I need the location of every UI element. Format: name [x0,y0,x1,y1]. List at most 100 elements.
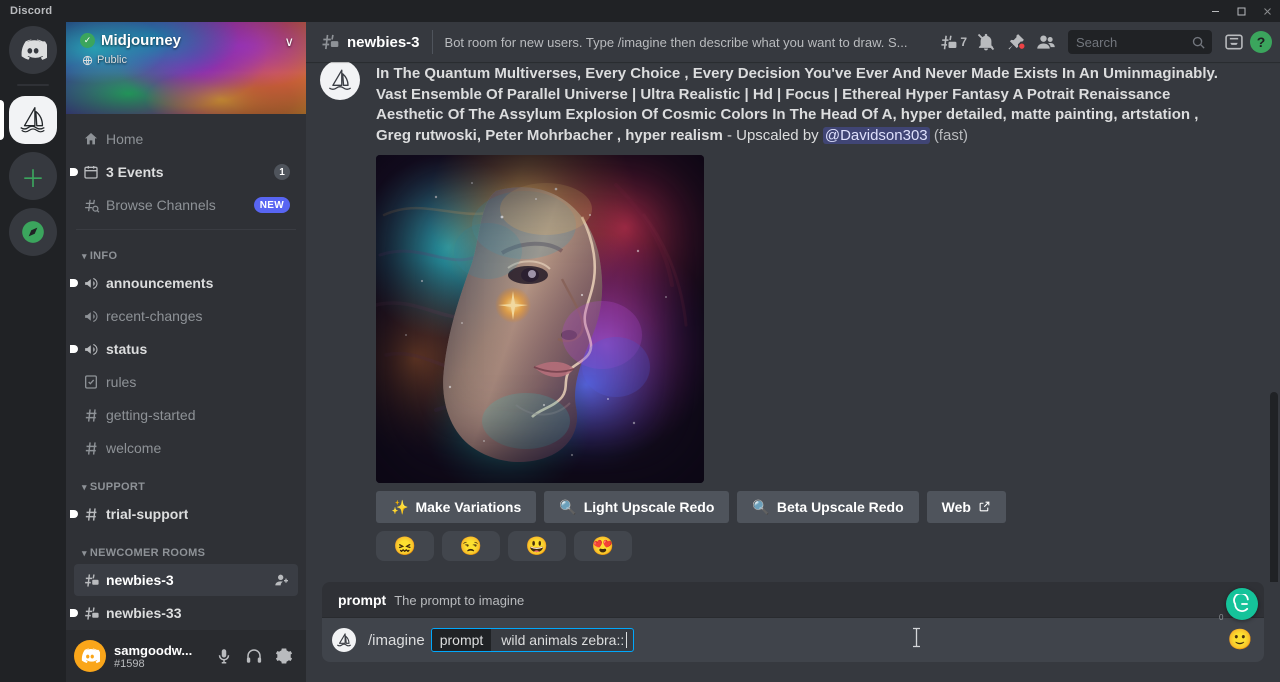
text-cursor-icon [911,627,922,654]
web-button[interactable]: Web [927,491,1006,523]
rail-active-pill [0,100,4,140]
search-icon [1191,35,1206,50]
button-label: Make Variations [415,499,521,515]
verified-badge-icon: ✓ [80,33,95,48]
rail-item-add-server[interactable]: ＋ [0,152,66,200]
sidebar-item-getting-started[interactable]: getting-started [74,399,298,431]
category-support[interactable]: ▾ SUPPORT [66,465,306,497]
thread-hash-icon [82,604,100,622]
message: In The Quantum Multiverses, Every Choice… [306,62,1280,561]
user-panel: samgoodw... #1598 [66,630,306,682]
composer-area: prompt The prompt to imagine /imagine pr… [306,582,1280,682]
message-scrollbar[interactable] [1270,392,1278,582]
chevron-down-icon[interactable]: ∨ [284,32,294,50]
sidebar-item-newbies-33[interactable]: newbies-33 [74,597,298,629]
category-newcomer-rooms[interactable]: ▾ NEWCOMER ROOMS [66,531,306,563]
emoji-picker-icon[interactable]: 🙂 [1228,628,1252,652]
pinned-messages-icon[interactable] [1002,28,1030,56]
grammarly-button[interactable]: 0 [1226,588,1258,620]
category-info[interactable]: ▾ INFO [66,234,306,266]
channel-label: rules [106,374,136,390]
minimize-icon[interactable] [1202,0,1228,22]
text-caret [626,632,627,648]
option-chip-value[interactable]: wild animals zebra:: [491,629,626,651]
help-icon[interactable]: ? [1250,31,1272,53]
category-label: INFO [90,250,117,262]
confounded-face-reaction[interactable]: 😖 [376,531,434,561]
upscaled-by-label: - Upscaled by [727,127,819,144]
channel-label: newbies-3 [106,572,174,588]
speed-label: (fast) [934,127,968,144]
rail-item-explore[interactable] [0,208,66,256]
sidebar-item-status[interactable]: status [74,333,298,365]
command-option-chip[interactable]: prompt wild animals zebra:: [431,628,635,652]
sidebar-item-welcome[interactable]: welcome [74,432,298,464]
home-icon [82,130,100,148]
header-divider [432,30,433,54]
add-member-icon[interactable] [274,572,290,588]
maximize-icon[interactable] [1228,0,1254,22]
sidebar-item-browse-channels[interactable]: Browse Channels NEW [74,189,298,221]
announcement-icon [82,307,100,325]
rail-item-midjourney[interactable] [0,96,66,144]
channel-label: trial-support [106,506,188,522]
channel-sidebar: ✓ Midjourney Public ∨ [66,22,306,682]
make-variations-button[interactable]: ✨ Make Variations [376,491,536,523]
light-upscale-redo-button[interactable]: 🔍 Light Upscale Redo [544,491,729,523]
grammarly-count: 0 [1219,613,1223,622]
threads-count: 7 [960,35,967,49]
reaction-row: 😖 😒 😃 😍 [376,531,1224,561]
slash-command-name: /imagine [368,632,425,649]
unamused-face-reaction[interactable]: 😒 [442,531,500,561]
heart-eyes-reaction[interactable]: 😍 [574,531,632,561]
scrollbar-thumb[interactable] [1270,392,1278,582]
close-icon[interactable] [1254,0,1280,22]
sidebar-item-newbies-3[interactable]: newbies-3 [74,564,298,596]
notifications-muted-icon[interactable] [972,28,1000,56]
gear-icon[interactable] [270,642,298,670]
sidebar-item-label: 3 Events [106,164,164,180]
app-title: Discord [10,5,52,17]
server-header[interactable]: ✓ Midjourney Public ∨ [66,22,306,114]
channel-topic[interactable]: Bot room for new users. Type /imagine th… [445,35,908,50]
user-info[interactable]: samgoodw... #1598 [114,643,202,670]
sidebar-item-recent-changes[interactable]: recent-changes [74,300,298,332]
sidebar-item-events[interactable]: 3 Events 1 [74,156,298,188]
channel-label: welcome [106,440,161,456]
inbox-icon[interactable] [1220,28,1248,56]
sidebar-item-home[interactable]: Home [74,123,298,155]
midjourney-bot-avatar[interactable] [320,62,360,100]
user-mention[interactable]: @Davidson303 [823,127,930,144]
external-link-icon [978,500,991,513]
threads-button[interactable]: 7 [936,28,970,56]
beta-upscale-redo-button[interactable]: 🔍 Beta Upscale Redo [737,491,918,523]
search-box[interactable] [1068,30,1212,54]
sidebar-item-rules[interactable]: rules [74,366,298,398]
hash-icon [82,439,100,457]
headphones-icon[interactable] [240,642,268,670]
message-input-bar[interactable]: /imagine prompt wild animals zebra:: 🙂 [322,618,1264,662]
message-content: In The Quantum Multiverses, Every Choice… [376,64,1224,147]
message-action-buttons: ✨ Make Variations 🔍 Light Upscale Redo 🔍… [376,491,1224,523]
grinning-face-reaction[interactable]: 😃 [508,531,566,561]
avatar[interactable] [74,640,106,672]
midjourney-bot-avatar [332,628,356,652]
channel-label: recent-changes [106,308,203,324]
cosmic-portrait-art [376,155,704,483]
member-list-icon[interactable] [1032,28,1060,56]
rail-item-discord-home[interactable] [0,26,66,74]
thread-hash-icon [320,32,340,52]
microphone-icon[interactable] [210,642,238,670]
generated-image[interactable] [376,155,704,483]
search-input[interactable] [1076,35,1191,50]
button-label: Light Upscale Redo [584,499,715,515]
sidebar-item-trial-support[interactable]: trial-support [74,498,298,530]
sidebar-item-announcements[interactable]: announcements [74,267,298,299]
sidebar-divider [76,229,296,230]
chevron-down-icon: ▾ [82,482,87,493]
sparkles-icon: ✨ [391,500,408,514]
globe-icon [82,55,93,66]
channel-list: Home 3 Events 1 Browse Channels [66,114,306,630]
channel-header: newbies-3 Bot room for new users. Type /… [306,22,1280,62]
rules-icon [82,373,100,391]
